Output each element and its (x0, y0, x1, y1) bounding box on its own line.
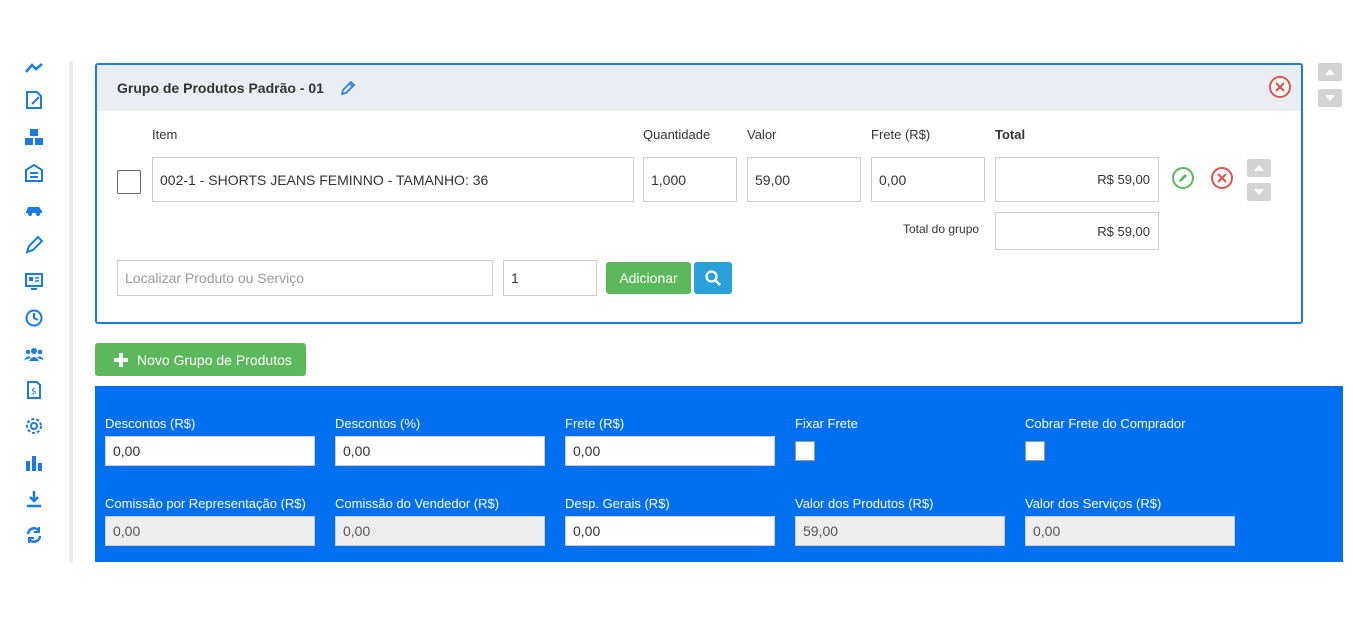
sidebar-divider (69, 61, 73, 562)
remove-group-icon[interactable] (1268, 75, 1292, 99)
warehouse-icon[interactable] (22, 161, 46, 185)
refresh-icon[interactable] (22, 523, 46, 547)
search-icon (705, 270, 721, 286)
services-value-label: Valor dos Serviços (R$) (1025, 496, 1162, 511)
charge-freight-label: Cobrar Frete do Comprador (1025, 416, 1186, 431)
product-group-title: Grupo de Produtos Padrão - 01 (117, 80, 324, 96)
bar-chart-icon[interactable] (22, 451, 46, 475)
freight-input[interactable]: 0,00 (565, 436, 775, 466)
column-header-total: Total (995, 127, 1026, 142)
total-field: R$ 59,00 (995, 157, 1159, 202)
edit-group-title-icon[interactable] (339, 79, 357, 97)
add-button[interactable]: Adicionar (606, 262, 691, 294)
item-field[interactable]: 002-1 - SHORTS JEANS FEMINNO - TAMANHO: … (152, 157, 634, 202)
group-total-field: R$ 59,00 (995, 212, 1159, 250)
product-search-input[interactable]: Localizar Produto ou Serviço (117, 260, 493, 296)
order-summary-panel: Descontos (R$) 0,00 Descontos (%) 0,00 F… (95, 386, 1343, 562)
general-expenses-label: Desp. Gerais (R$) (565, 496, 670, 511)
freight-field[interactable]: 0,00 (871, 157, 985, 202)
new-product-group-label: Novo Grupo de Produtos (137, 351, 292, 368)
dashboard-icon[interactable] (22, 57, 46, 81)
seller-commission-input: 0,00 (335, 516, 545, 546)
edit-item-icon[interactable] (1171, 166, 1195, 190)
move-group-up-button[interactable] (1318, 63, 1342, 81)
value-field[interactable]: 59,00 (747, 157, 861, 202)
general-expenses-input[interactable]: 0,00 (565, 516, 775, 546)
column-header-value: Valor (747, 127, 777, 142)
discount-value-input[interactable]: 0,00 (105, 436, 315, 466)
remove-item-icon[interactable] (1210, 166, 1234, 190)
svg-text:$: $ (31, 387, 37, 397)
move-item-up-button[interactable] (1247, 159, 1271, 177)
product-group-header: Grupo de Produtos Padrão - 01 (97, 65, 1301, 111)
column-header-item: Item (152, 127, 178, 142)
services-value-input: 0,00 (1025, 516, 1235, 546)
quantity-field[interactable]: 1,000 (643, 157, 737, 202)
boxes-icon[interactable] (22, 125, 46, 149)
settings-gear-icon[interactable] (22, 414, 46, 438)
edit-document-icon[interactable] (22, 88, 46, 112)
column-header-freight: Frete (R$) (871, 127, 931, 142)
rep-commission-input: 0,00 (105, 516, 315, 546)
discount-percent-input[interactable]: 0,00 (335, 436, 545, 466)
products-value-label: Valor dos Produtos (R$) (795, 496, 934, 511)
column-header-quantity: Quantidade (643, 127, 711, 142)
id-card-icon[interactable] (22, 269, 46, 293)
invoice-icon[interactable]: $ (22, 378, 46, 402)
discount-value-label: Descontos (R$) (105, 416, 196, 431)
plus-icon (114, 352, 128, 367)
search-button[interactable] (694, 262, 732, 294)
rep-commission-label: Comissão por Representação (R$) (105, 496, 306, 511)
new-product-group-button[interactable]: Novo Grupo de Produtos (95, 343, 306, 376)
add-quantity-input[interactable]: 1 (503, 260, 597, 296)
clock-history-icon[interactable] (22, 306, 46, 330)
users-icon[interactable] (22, 342, 46, 366)
row-select-checkbox[interactable] (117, 170, 141, 194)
freight-label: Frete (R$) (565, 416, 625, 431)
product-group-panel: Grupo de Produtos Padrão - 01 Item Quant… (95, 63, 1303, 324)
fix-freight-label: Fixar Frete (795, 416, 858, 431)
sidebar: $ (0, 55, 73, 562)
fix-freight-checkbox[interactable] (795, 441, 815, 461)
move-group-down-button[interactable] (1318, 89, 1342, 107)
charge-freight-checkbox[interactable] (1025, 441, 1045, 461)
group-total-label: Total do grupo (903, 222, 980, 236)
move-item-down-button[interactable] (1247, 183, 1271, 201)
pencil-tool-icon[interactable] (22, 233, 46, 257)
download-icon[interactable] (22, 487, 46, 511)
seller-commission-label: Comissão do Vendedor (R$) (335, 496, 500, 511)
products-value-input: 59,00 (795, 516, 1005, 546)
car-icon[interactable] (22, 197, 46, 221)
discount-percent-label: Descontos (%) (335, 416, 421, 431)
